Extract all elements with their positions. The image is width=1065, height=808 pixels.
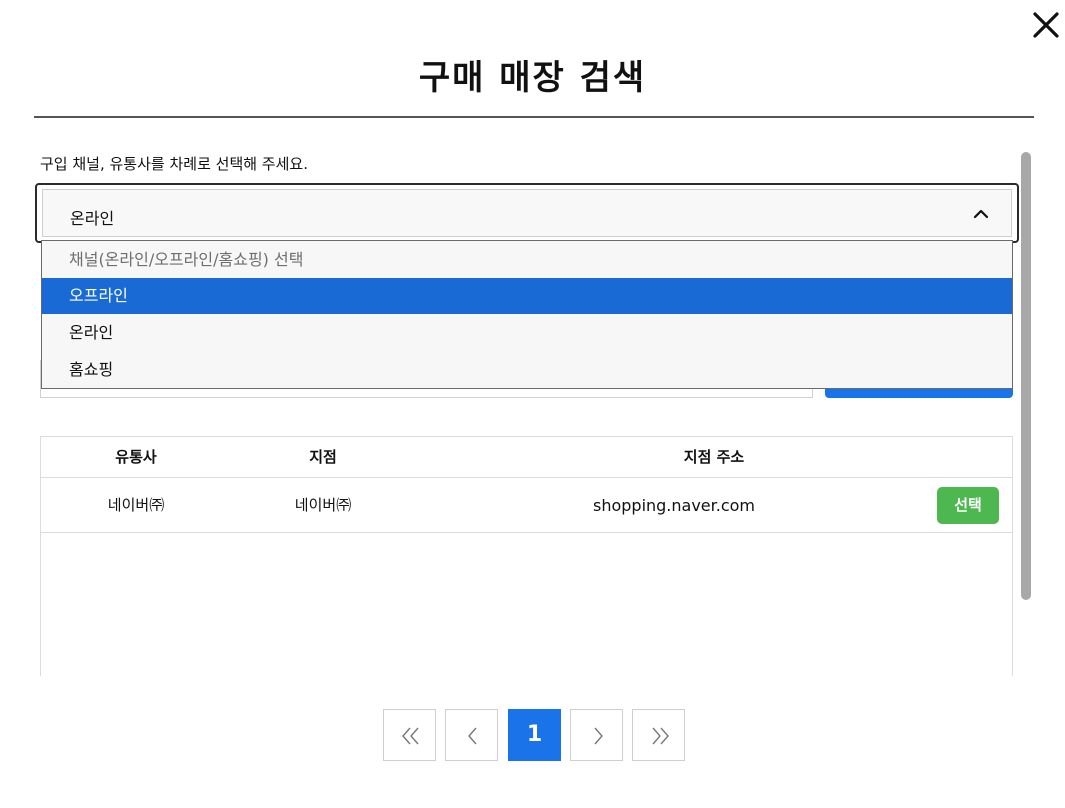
- chevron-up-icon[interactable]: [971, 204, 991, 224]
- table-row: 네이버㈜ 네이버㈜ shopping.naver.com 선택: [41, 478, 1012, 533]
- channel-dropdown-list: 채널(온라인/오프라인/홈쇼핑) 선택 오프라인 온라인 홈쇼핑: [41, 240, 1013, 389]
- channel-select-field[interactable]: 온라인: [42, 189, 1012, 237]
- cell-distributor: 네이버㈜: [107, 496, 165, 514]
- first-page-button[interactable]: [383, 709, 436, 761]
- page-1-button[interactable]: 1: [508, 709, 561, 761]
- dropdown-option-offline[interactable]: 오프라인: [42, 278, 1012, 314]
- last-page-button[interactable]: [632, 709, 685, 761]
- close-button[interactable]: [1029, 8, 1063, 42]
- title-divider: [34, 116, 1034, 118]
- cell-address: shopping.naver.com: [592, 496, 756, 515]
- dropdown-option-online[interactable]: 온라인: [42, 315, 1012, 351]
- cell-branch: 네이버㈜: [294, 496, 352, 514]
- channel-select-value: 온라인: [70, 209, 115, 228]
- column-header-branch: 지점: [309, 448, 337, 466]
- scrollbar-thumb[interactable]: [1021, 152, 1031, 600]
- double-chevron-left-icon: [402, 727, 419, 745]
- dialog-title: 구매 매장 검색: [418, 58, 647, 98]
- close-icon: [1033, 12, 1059, 38]
- results-table: 유통사 지점 지점 주소 네이버㈜ 네이버㈜ shopping.naver.co…: [40, 436, 1013, 676]
- select-store-button[interactable]: 선택: [937, 487, 999, 524]
- dropdown-option-placeholder[interactable]: 채널(온라인/오프라인/홈쇼핑) 선택: [42, 242, 1012, 278]
- prev-page-button[interactable]: [445, 709, 498, 761]
- column-header-address: 지점 주소: [683, 448, 745, 466]
- column-header-distributor: 유통사: [115, 448, 157, 466]
- chevron-left-icon: [468, 727, 477, 745]
- double-chevron-right-icon: [652, 727, 669, 745]
- chevron-right-icon: [594, 727, 603, 745]
- dropdown-option-homeshopping[interactable]: 홈쇼핑: [42, 352, 1012, 388]
- channel-select[interactable]: 온라인: [35, 183, 1019, 243]
- next-page-button[interactable]: [570, 709, 623, 761]
- instruction-text: 구입 채널, 유통사를 차례로 선택해 주세요.: [40, 155, 308, 173]
